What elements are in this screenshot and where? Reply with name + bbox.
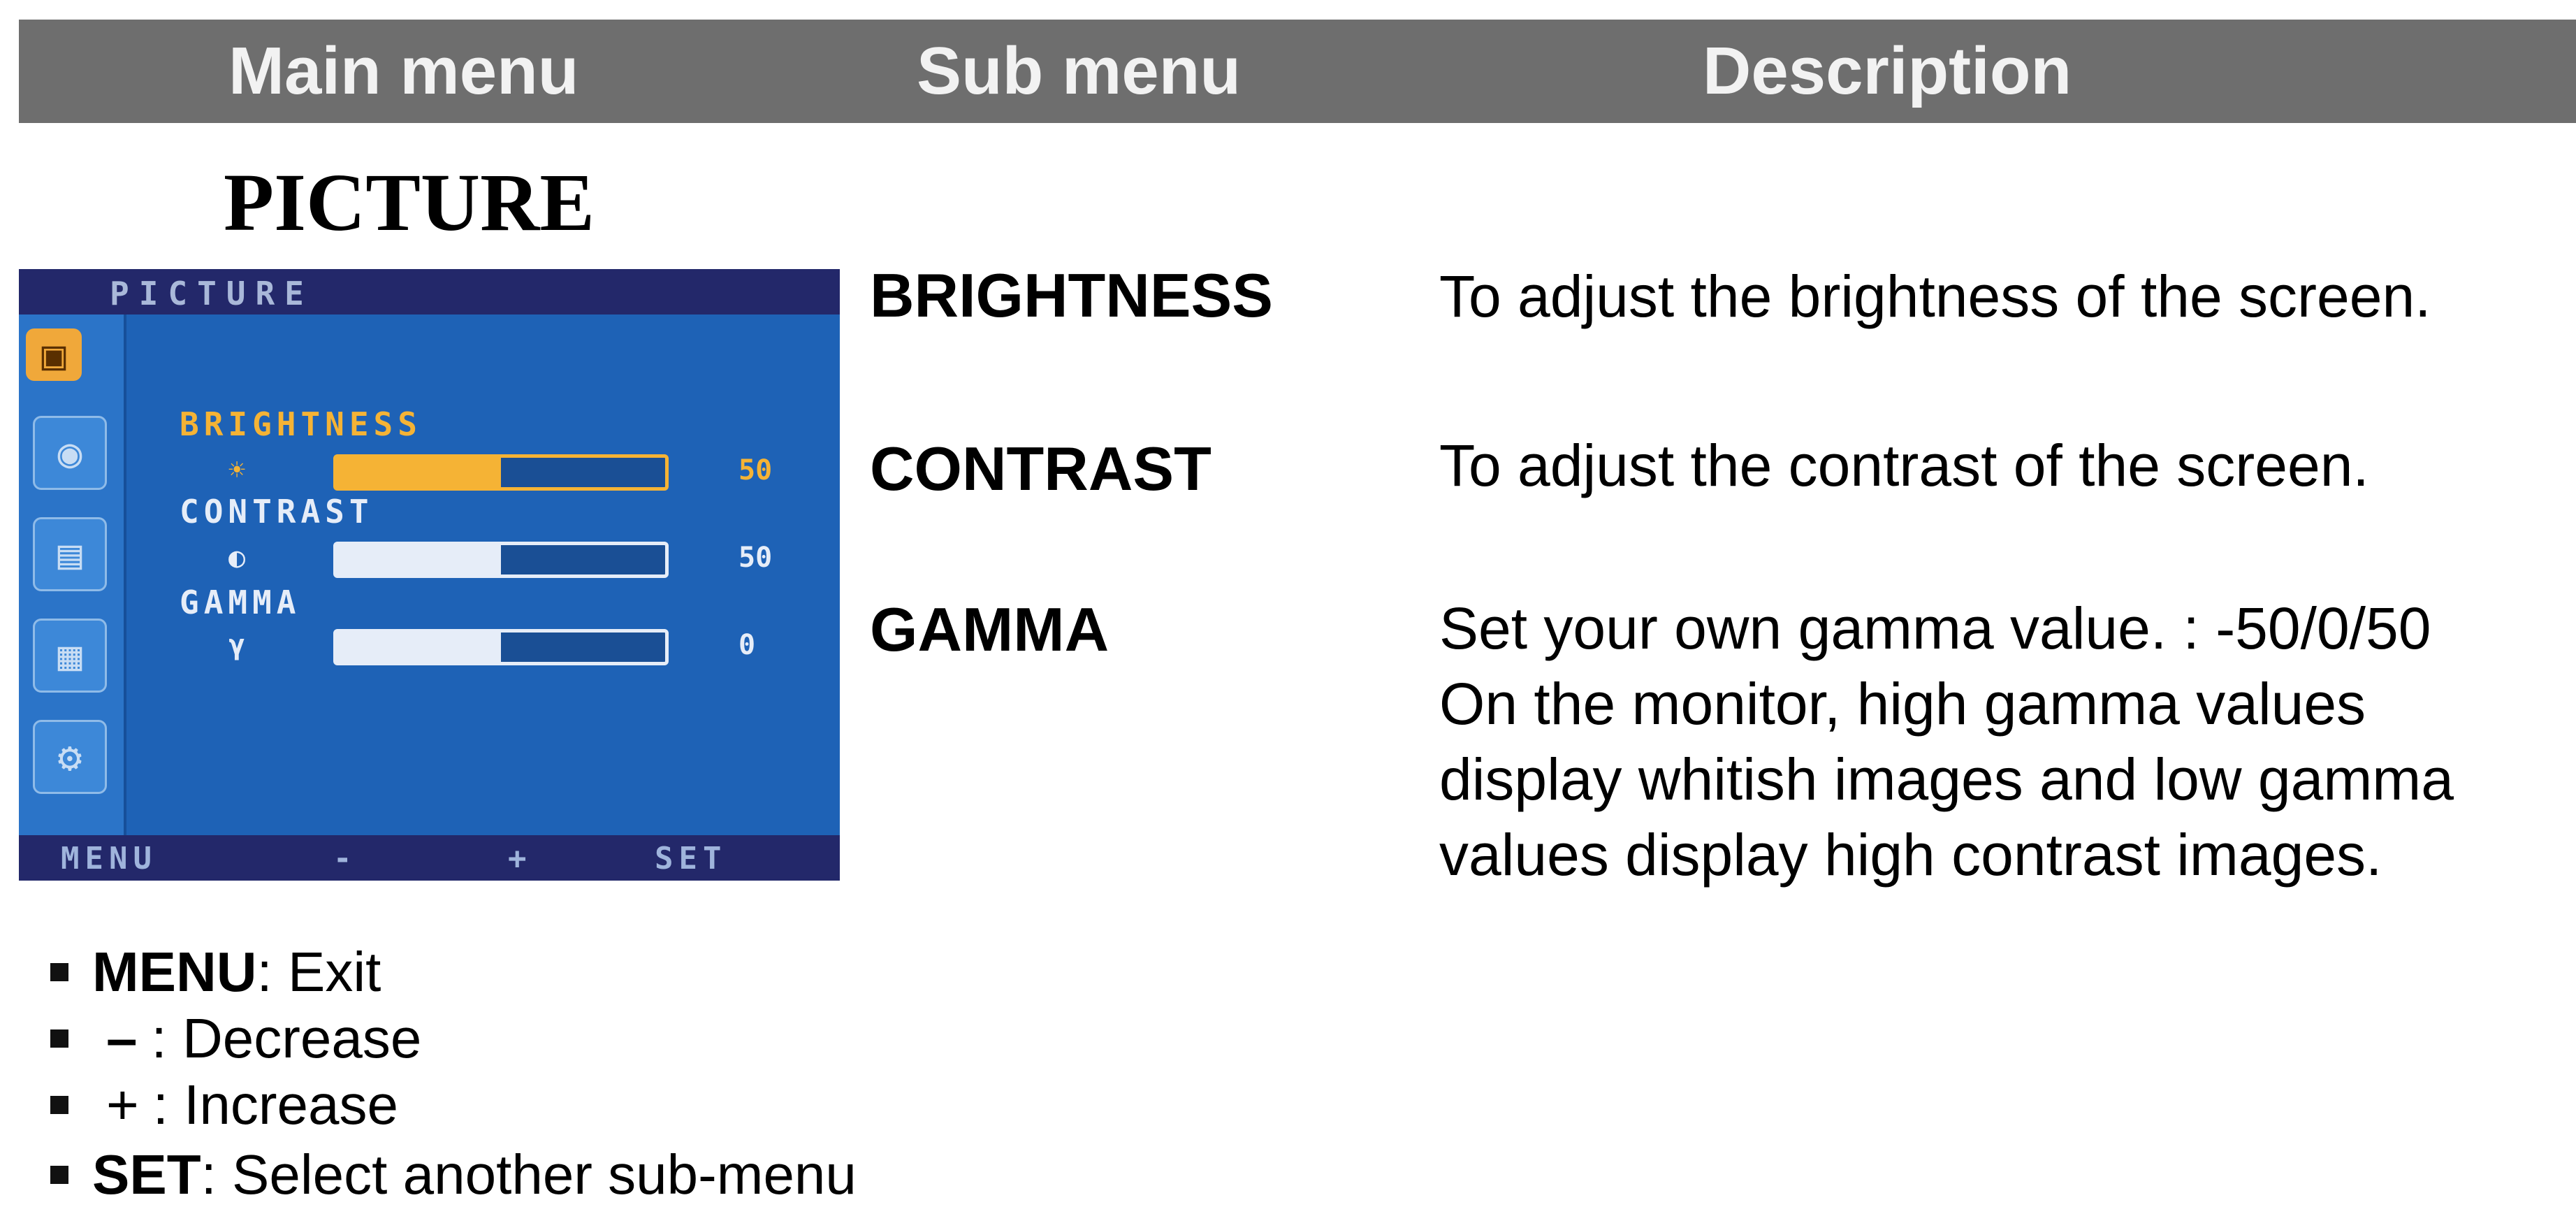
osd-label-gamma: GAMMA xyxy=(180,584,301,621)
description-line: To adjust the contrast of the screen. xyxy=(1439,433,2369,498)
legend-item: + : Increase xyxy=(50,1073,398,1137)
osd-button-bar: MENU - + SET xyxy=(19,835,840,881)
legend-key: – xyxy=(106,1007,138,1069)
header-description: Description xyxy=(1703,34,2072,108)
osd-label-brightness: BRIGHTNESS xyxy=(180,405,422,443)
bullet-icon xyxy=(50,1096,68,1114)
gamma-slider[interactable] xyxy=(333,629,669,665)
submenu-contrast: CONTRAST xyxy=(870,434,1211,503)
legend-item: MENU : Exit xyxy=(50,940,381,1004)
submenu-brightness: BRIGHTNESS xyxy=(870,261,1273,330)
description-line: On the monitor, high gamma values xyxy=(1439,671,2366,737)
legend-key: SET xyxy=(92,1143,201,1206)
description-line: values display high contrast images. xyxy=(1439,822,2382,888)
color-tab-icon[interactable]: ◉ xyxy=(33,416,107,490)
submenu-gamma: GAMMA xyxy=(870,595,1109,664)
description-line: display whitish images and low gamma xyxy=(1439,746,2454,812)
contrast-icon: ◐ xyxy=(228,542,246,574)
osd-minus-button[interactable]: - xyxy=(333,841,358,876)
table-header: Main menu Sub menu Description xyxy=(19,20,2576,123)
legend-item: SET : Select another sub-menu xyxy=(50,1143,857,1207)
contrast-value: 50 xyxy=(738,542,773,574)
legend-item: – : Decrease xyxy=(50,1006,421,1071)
contrast-slider[interactable] xyxy=(333,542,669,578)
bullet-icon xyxy=(50,1166,68,1184)
legend-text: : Exit xyxy=(256,941,381,1003)
tracking-tab-icon[interactable]: ▦ xyxy=(33,619,107,693)
osd-items: BRIGHTNESS ☀ 50 CONTRAST ◐ 50 GAMMA γ 0 xyxy=(124,315,840,835)
gamma-fill xyxy=(337,633,501,662)
picture-tab-icon[interactable]: ▣ xyxy=(26,328,82,381)
legend-text: : Decrease xyxy=(151,1007,422,1069)
display-tab-icon[interactable]: ▤ xyxy=(33,517,107,591)
osd-label-contrast: CONTRAST xyxy=(180,493,374,530)
osd-picture-menu: PICTURE ▣ ◉ ▤ ▦ ⚙ BRIGHTNESS ☀ 50 CONTRA… xyxy=(19,269,840,881)
section-title: PICTURE xyxy=(224,157,595,248)
brightness-fill xyxy=(337,458,501,487)
header-sub-menu: Sub menu xyxy=(917,34,1242,108)
legend-text: : Select another sub-menu xyxy=(201,1143,857,1206)
osd-menu-button[interactable]: MENU xyxy=(61,841,157,876)
description-contrast: To adjust the contrast of the screen. xyxy=(1439,428,2369,503)
legend-key: + xyxy=(106,1074,139,1136)
bullet-icon xyxy=(50,963,68,981)
osd-sidebar: ▣ ◉ ▤ ▦ ⚙ xyxy=(19,315,126,835)
gamma-icon: γ xyxy=(228,629,246,661)
header-main-menu: Main menu xyxy=(228,34,579,108)
sun-icon: ☀ xyxy=(228,454,246,486)
osd-set-button[interactable]: SET xyxy=(655,841,727,876)
contrast-fill xyxy=(337,545,501,574)
brightness-slider[interactable] xyxy=(333,454,669,491)
description-gamma: Set your own gamma value. : -50/0/50 On … xyxy=(1439,591,2454,892)
brightness-value: 50 xyxy=(738,454,773,486)
description-line: Set your own gamma value. : -50/0/50 xyxy=(1439,595,2431,661)
setup-gear-icon[interactable]: ⚙ xyxy=(33,720,107,794)
osd-plus-button[interactable]: + xyxy=(508,841,532,876)
osd-title-bar: PICTURE xyxy=(19,269,840,315)
legend-text: : Increase xyxy=(152,1074,399,1136)
gamma-value: 0 xyxy=(738,629,756,661)
description-brightness: To adjust the brightness of the screen. xyxy=(1439,259,2431,334)
description-line: To adjust the brightness of the screen. xyxy=(1439,263,2431,329)
osd-title: PICTURE xyxy=(110,275,314,312)
legend-key: MENU xyxy=(92,941,257,1003)
bullet-icon xyxy=(50,1029,68,1048)
